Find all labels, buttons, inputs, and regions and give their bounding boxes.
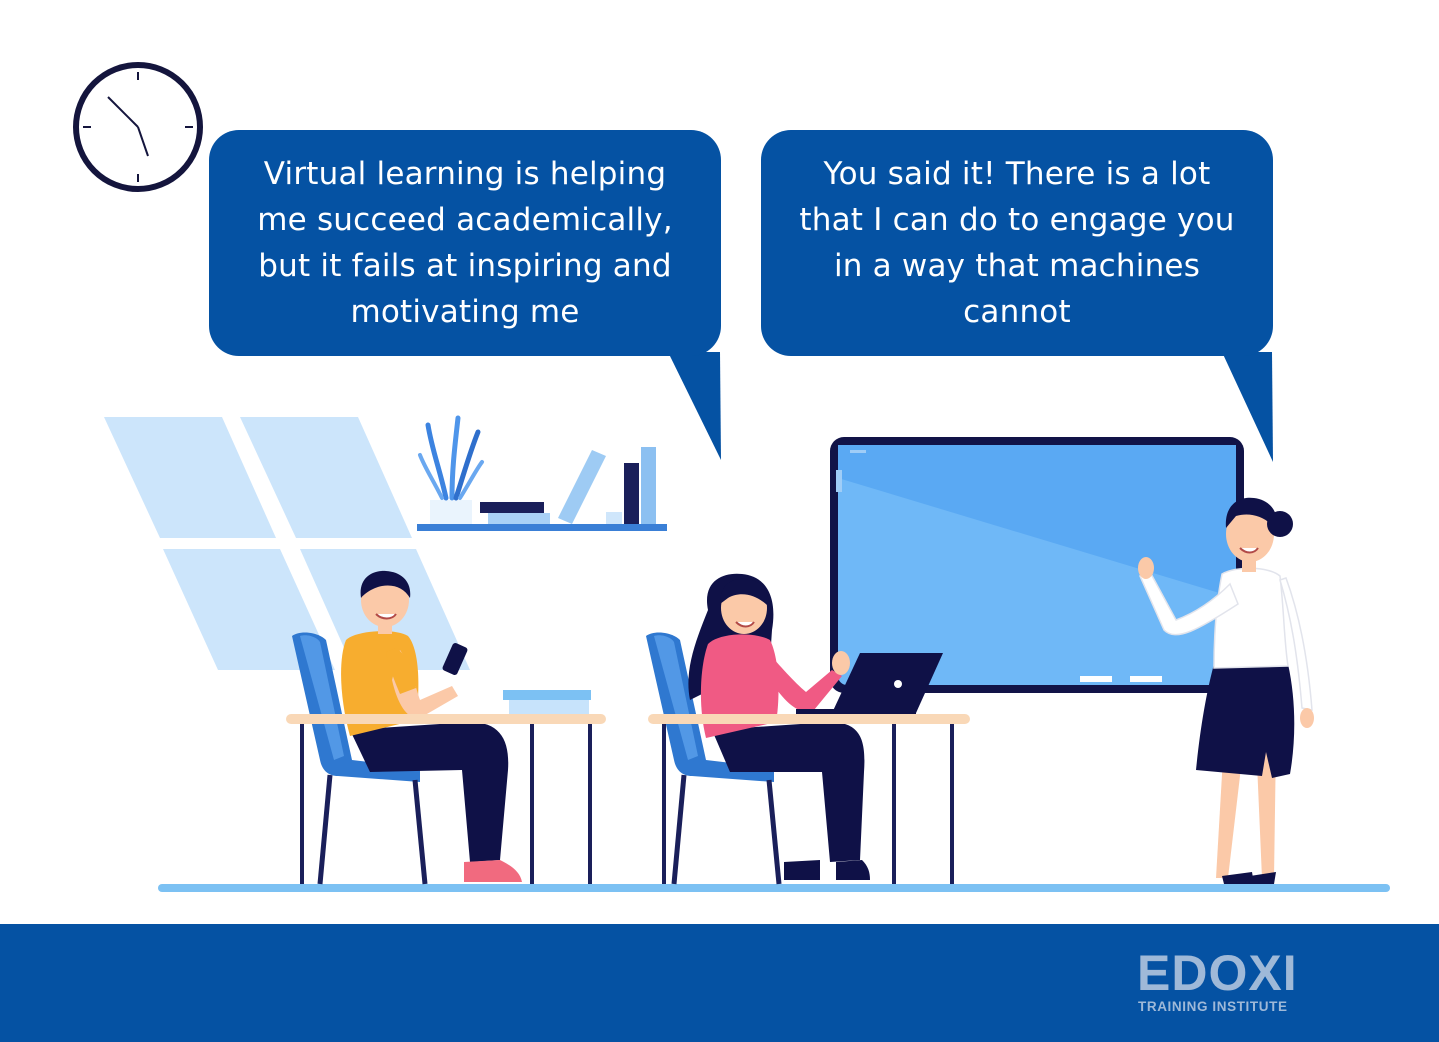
logo-wordmark: EDOXI — [1137, 945, 1298, 1001]
floor-line — [158, 884, 1390, 892]
speech-bubble-student: Virtual learning is helping me succeed a… — [209, 130, 721, 356]
clock-icon — [73, 62, 203, 192]
speech-bubble-tail-left — [668, 352, 721, 460]
logo-tagline: TRAINING INSTITUTE — [1138, 999, 1288, 1014]
plant-icon — [418, 415, 484, 501]
teacher-quote: You said it! There is a lot that I can d… — [799, 156, 1235, 330]
infographic-stage: Virtual learning is helping me succeed a… — [0, 0, 1439, 1042]
desk-left — [286, 690, 606, 884]
speech-bubble-teacher: You said it! There is a lot that I can d… — [761, 130, 1273, 356]
wall-shelf — [417, 415, 667, 531]
edoxi-logo: EDOXI TRAINING INSTITUTE — [1137, 948, 1321, 1018]
window — [104, 417, 470, 670]
student-quote: Virtual learning is helping me succeed a… — [257, 156, 673, 330]
